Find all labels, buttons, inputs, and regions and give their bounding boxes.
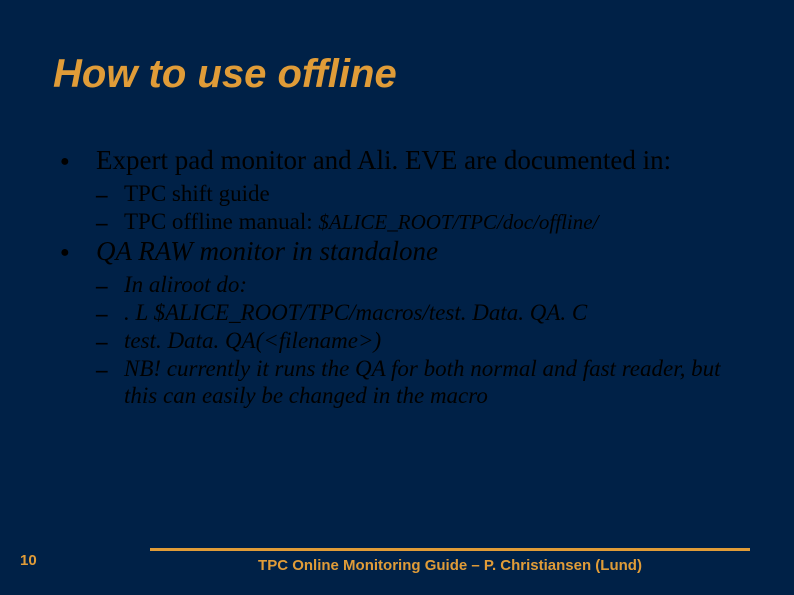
page-number: 10 — [20, 552, 37, 569]
dash-icon: – — [96, 300, 124, 327]
sub-item-1-1: – TPC shift guide — [96, 180, 754, 208]
sub-item-2-1: – In aliroot do: — [96, 271, 754, 299]
slide: How to use offline ● Expert pad monitor … — [0, 0, 794, 595]
sub-text: TPC shift guide — [124, 180, 754, 207]
sub-text: test. Data. QA(<filename>) — [124, 327, 754, 354]
footer-divider — [150, 548, 750, 551]
bullet-item-2: ● QA RAW monitor in standalone — [60, 236, 754, 268]
bullet-icon: ● — [60, 244, 96, 263]
sub-item-2-4: – NB! currently it runs the QA for both … — [96, 355, 754, 409]
dash-icon: – — [96, 272, 124, 299]
sub-text-part-b-code: $ALICE_ROOT/TPC/doc/offline/ — [318, 210, 598, 234]
slide-body: ● Expert pad monitor and Ali. EVE are do… — [60, 145, 754, 410]
dash-icon: – — [96, 209, 124, 236]
bullet-icon: ● — [60, 153, 96, 172]
bullet-text: Expert pad monitor and Ali. EVE are docu… — [96, 145, 754, 177]
sub-text: NB! currently it runs the QA for both no… — [124, 355, 754, 409]
bullet-text: QA RAW monitor in standalone — [96, 236, 754, 268]
sub-text-part-a: TPC offline manual: — [124, 209, 318, 234]
sub-item-2-2: – . L $ALICE_ROOT/TPC/macros/test. Data.… — [96, 299, 754, 327]
bullet-item-1: ● Expert pad monitor and Ali. EVE are do… — [60, 145, 754, 177]
sub-text: TPC offline manual: $ALICE_ROOT/TPC/doc/… — [124, 208, 754, 235]
sub-text: . L $ALICE_ROOT/TPC/macros/test. Data. Q… — [124, 299, 754, 326]
sub-text: In aliroot do: — [124, 271, 754, 298]
dash-icon: – — [96, 356, 124, 383]
footer-text: TPC Online Monitoring Guide – P. Christi… — [150, 557, 750, 574]
sub-item-1-2: – TPC offline manual: $ALICE_ROOT/TPC/do… — [96, 208, 754, 236]
sub-item-2-3: – test. Data. QA(<filename>) — [96, 327, 754, 355]
slide-title: How to use offline — [53, 52, 397, 97]
dash-icon: – — [96, 328, 124, 355]
dash-icon: – — [96, 181, 124, 208]
